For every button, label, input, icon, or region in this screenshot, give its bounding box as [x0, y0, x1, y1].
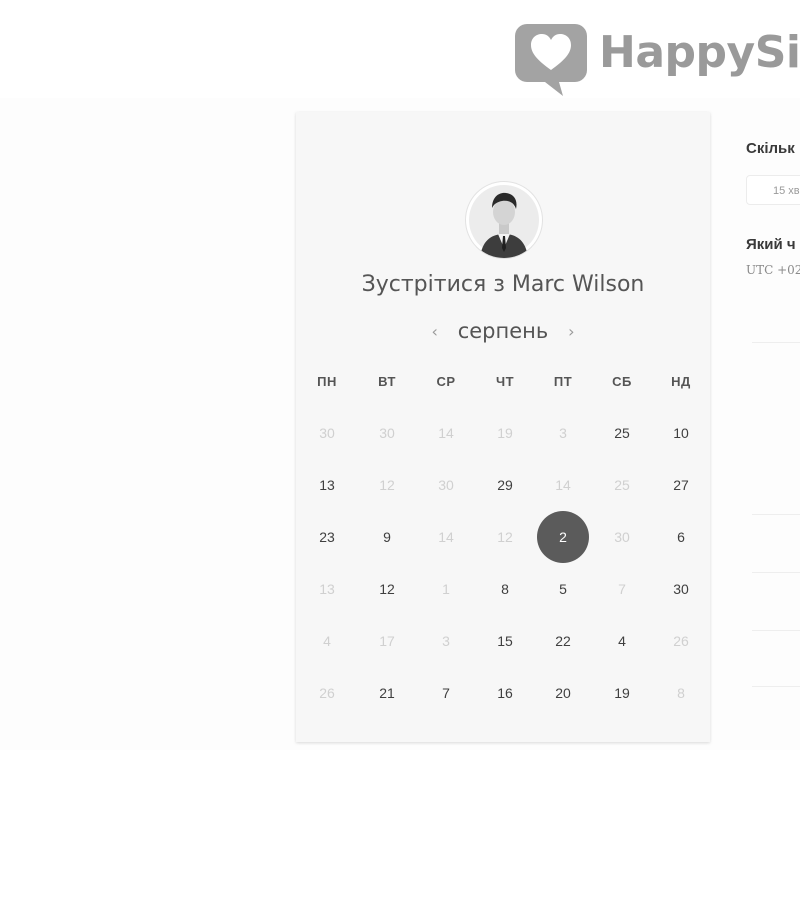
calendar-day[interactable]: 5: [537, 563, 589, 615]
time-slot[interactable]: [752, 286, 800, 343]
duration-select[interactable]: 15 хв: [746, 175, 800, 205]
brand-name: HappySig: [599, 26, 800, 78]
calendar-day: 26: [319, 685, 335, 701]
meeting-title: Зустрітися з Marc Wilson: [361, 272, 645, 297]
calendar-day[interactable]: 15: [479, 615, 531, 667]
time-slot[interactable]: [752, 632, 800, 687]
calendar-day: 14: [438, 529, 454, 545]
calendar-day[interactable]: 30: [655, 563, 707, 615]
calendar-day[interactable]: 9: [361, 511, 413, 563]
person-photo: [469, 185, 539, 258]
calendar-day[interactable]: 4: [596, 615, 648, 667]
calendar-day[interactable]: 13: [301, 459, 353, 511]
calendar-day[interactable]: 7: [420, 667, 472, 719]
calendar-day[interactable]: 16: [479, 667, 531, 719]
calendar-day: 25: [614, 477, 630, 493]
calendar-day[interactable]: 10: [655, 407, 707, 459]
calendar-day: 19: [497, 425, 513, 441]
calendar-day: 3: [442, 633, 450, 649]
calendar-day: 7: [618, 581, 626, 597]
calendar-day: 13: [319, 581, 335, 597]
calendar-day: 26: [673, 633, 689, 649]
calendar-day-selected[interactable]: 2: [537, 511, 589, 563]
weekday-label: ПН: [317, 374, 337, 389]
chevron-left-icon[interactable]: ‹: [430, 322, 440, 341]
timezone-label[interactable]: UTC +02: [746, 263, 800, 277]
weekday-label: ЧТ: [495, 374, 515, 389]
calendar-day[interactable]: 29: [479, 459, 531, 511]
heart-speech-bubble-icon: [515, 24, 587, 96]
calendar-day[interactable]: 6: [655, 511, 707, 563]
weekday-label: ПТ: [553, 374, 573, 389]
calendar-day: 12: [379, 477, 395, 493]
time-slot[interactable]: [752, 344, 800, 515]
calendar-day: 17: [379, 633, 395, 649]
calendar-day: 3: [559, 425, 567, 441]
chevron-right-icon[interactable]: ›: [566, 322, 576, 341]
calendar-day: 14: [438, 425, 454, 441]
calendar-day: 30: [319, 425, 335, 441]
calendar-day: 1: [442, 581, 450, 597]
brand-logo[interactable]: HappySig: [513, 20, 800, 98]
month-label: серпень: [457, 319, 549, 343]
calendar-day: 30: [614, 529, 630, 545]
weekday-label: НД: [671, 374, 691, 389]
month-navigation: ‹ серпень ›: [296, 316, 710, 346]
weekday-label: СР: [436, 374, 456, 389]
weekday-label: ВТ: [378, 374, 396, 389]
calendar-day[interactable]: 22: [537, 615, 589, 667]
calendar-day[interactable]: 21: [361, 667, 413, 719]
calendar-day[interactable]: 8: [479, 563, 531, 615]
calendar-day: 12: [497, 529, 513, 545]
calendar-day[interactable]: 27: [655, 459, 707, 511]
time-heading: Який ч: [746, 236, 796, 253]
booking-options-panel: Скільк 15 хв Який ч UTC +02: [746, 140, 800, 700]
time-slot[interactable]: [752, 516, 800, 573]
calendar-day[interactable]: 20: [537, 667, 589, 719]
header-bar: HappySig: [0, 0, 800, 98]
calendar-day: 30: [379, 425, 395, 441]
calendar-day[interactable]: 12: [361, 563, 413, 615]
calendar-day: 14: [555, 477, 571, 493]
calendar-day[interactable]: 25: [596, 407, 648, 459]
weekday-label: СБ: [612, 374, 632, 389]
avatar: [466, 182, 542, 258]
calendar-day[interactable]: 19: [596, 667, 648, 719]
calendar-day[interactable]: 23: [301, 511, 353, 563]
calendar-day: 30: [438, 477, 454, 493]
duration-heading: Скільк: [746, 140, 795, 157]
calendar-day: 4: [323, 633, 331, 649]
time-slot[interactable]: [752, 574, 800, 631]
calendar-day: 8: [677, 685, 685, 701]
